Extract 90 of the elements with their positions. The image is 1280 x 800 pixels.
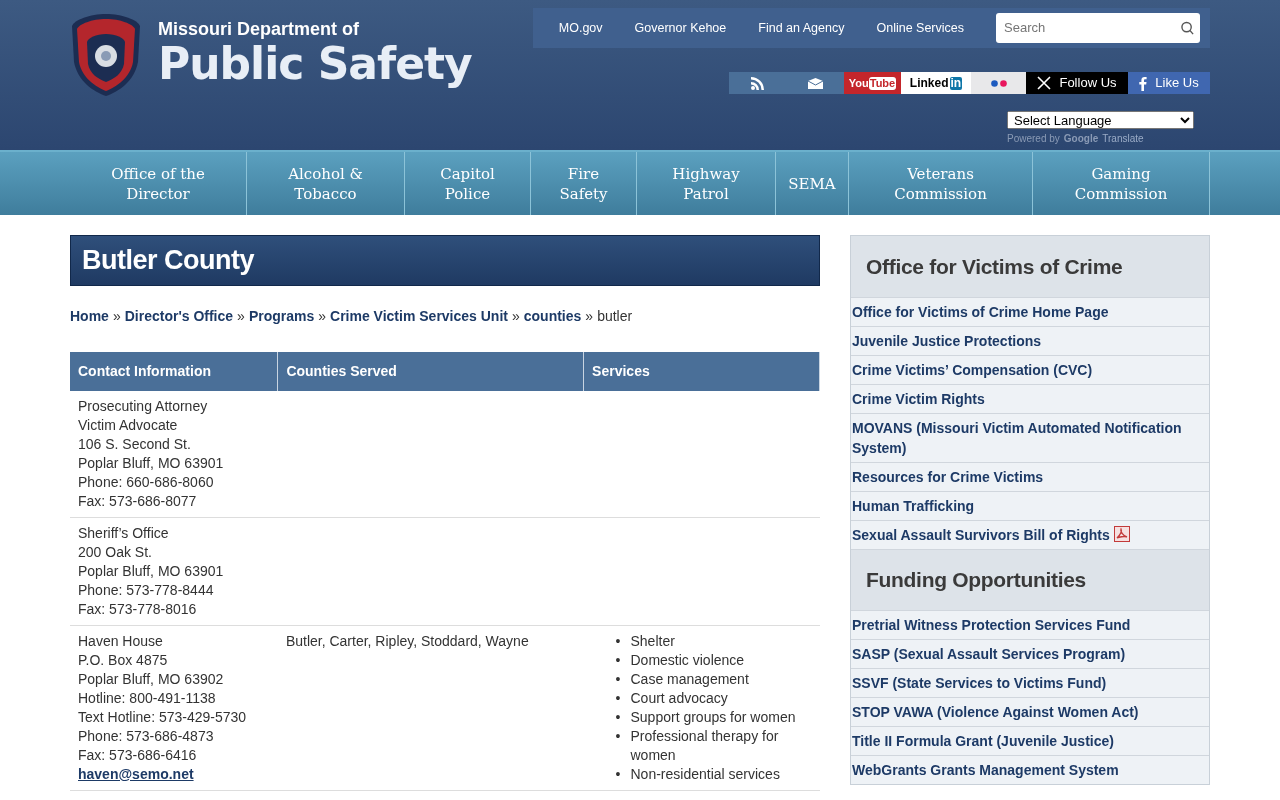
service-item: Non-residential services bbox=[630, 765, 780, 784]
breadcrumb-link[interactable]: Programs bbox=[248, 306, 315, 327]
breadcrumb-separator: » bbox=[237, 307, 245, 326]
service-item: Shelter bbox=[630, 632, 675, 651]
breadcrumb-separator: » bbox=[318, 307, 327, 326]
breadcrumb-link[interactable]: counties bbox=[523, 306, 582, 327]
column-header: Services bbox=[583, 352, 820, 391]
breadcrumb-link[interactable]: Director's Office bbox=[124, 306, 234, 327]
dots-icon bbox=[990, 79, 1007, 87]
sidebar-link[interactable]: WebGrants Grants Management System bbox=[851, 755, 1209, 784]
email-link[interactable]: haven@semo.net bbox=[78, 765, 270, 784]
sidebar-link[interactable]: Resources for Crime Victims bbox=[851, 462, 1209, 491]
rss-icon bbox=[751, 76, 764, 90]
bullet-mark: • bbox=[615, 689, 621, 708]
breadcrumb-separator: » bbox=[112, 307, 121, 326]
search-field[interactable]: Search bbox=[996, 13, 1200, 43]
social-link[interactable]: Like Us bbox=[1128, 72, 1210, 94]
column-header: Contact Information bbox=[70, 352, 278, 391]
sidebar-link[interactable]: Sexual Assault Survivors Bill of Rights bbox=[851, 520, 1209, 549]
nav-link[interactable]: Office of the Director bbox=[70, 152, 247, 215]
bullet-mark: • bbox=[615, 727, 621, 746]
social-link[interactable]: Linked in bbox=[901, 72, 971, 94]
breadcrumb-separator: » bbox=[511, 307, 520, 326]
section-heading: Office for Victims of Crime bbox=[851, 236, 1209, 297]
sidebar-link[interactable]: Title II Formula Grant (Juvenile Justice) bbox=[851, 726, 1209, 755]
x-logo-icon bbox=[1037, 76, 1052, 90]
social-link[interactable] bbox=[786, 72, 844, 94]
search-icon[interactable] bbox=[1180, 20, 1194, 36]
nav-link[interactable]: SEMA bbox=[776, 152, 849, 215]
top-link[interactable]: MO.gov bbox=[542, 18, 619, 38]
service-item: Domestic violence bbox=[630, 651, 745, 670]
bullet-mark: • bbox=[615, 632, 621, 651]
facebook-icon bbox=[1139, 75, 1148, 91]
bullet-mark: • bbox=[615, 651, 621, 670]
nav-link[interactable]: Alcohol & Tobacco bbox=[247, 152, 405, 215]
breadcrumb-link[interactable]: Crime Victim Services Unit bbox=[330, 306, 508, 327]
social-link[interactable]: YouTube bbox=[844, 72, 901, 94]
bullet-mark: • bbox=[615, 670, 621, 689]
breadcrumb-separator: » bbox=[585, 307, 594, 326]
section-heading: Funding Opportunities bbox=[851, 549, 1209, 610]
pdf-icon bbox=[1113, 526, 1130, 542]
translate-link[interactable]: Translate bbox=[1102, 131, 1144, 146]
top-link[interactable]: Find an Agency bbox=[742, 18, 861, 38]
site-title: Public Safety bbox=[158, 42, 472, 86]
contact-text: Sheriff’s Office 200 Oak St. Poplar Bluff, MO 63901 Phone: 573-778-8444 Fax: 573-778-8016 bbox=[78, 524, 225, 619]
sidebar-link[interactable]: Office for Victims of Crime Home Page bbox=[851, 297, 1209, 326]
service-item: Professional therapy for women bbox=[630, 727, 780, 765]
nav-link[interactable]: Highway Patrol bbox=[637, 152, 776, 215]
language-select[interactable]: Select Language bbox=[1007, 111, 1194, 129]
site-subtitle: Missouri Department of bbox=[158, 20, 361, 38]
social-link[interactable]: Follow Us bbox=[1026, 72, 1128, 94]
google-wordmark: Google bbox=[1063, 132, 1099, 146]
nav-link[interactable]: Gaming Commission bbox=[1033, 152, 1210, 215]
social-label: Follow Us bbox=[1059, 74, 1117, 93]
linkedin-badge: in bbox=[949, 76, 963, 90]
sidebar-link[interactable]: Juvenile Justice Protections bbox=[851, 326, 1209, 355]
service-item: Court advocacy bbox=[630, 689, 728, 708]
envelope-icon bbox=[807, 77, 823, 89]
youtube-wordmark: You bbox=[848, 75, 869, 91]
service-item: Support groups for women bbox=[630, 708, 796, 727]
linkedin-wordmark: Linked bbox=[909, 75, 949, 92]
nav-link[interactable]: Fire Safety bbox=[531, 152, 637, 215]
sidebar-link[interactable]: MOVANS (Missouri Victim Automated Notification System) bbox=[851, 413, 1209, 462]
sidebar-link[interactable]: Human Trafficking bbox=[851, 491, 1209, 520]
powered-by-text: Powered by bbox=[1007, 132, 1060, 146]
nav-link[interactable]: Capitol Police bbox=[405, 152, 531, 215]
youtube-badge: Tube bbox=[868, 76, 897, 90]
social-link[interactable] bbox=[729, 72, 786, 94]
sidebar-link[interactable]: SASP (Sexual Assault Services Program) bbox=[851, 639, 1209, 668]
sidebar-link[interactable]: Pretrial Witness Protection Services Fund bbox=[851, 610, 1209, 639]
sidebar-link[interactable]: STOP VAWA (Violence Against Women Act) bbox=[851, 697, 1209, 726]
bullet-mark: • bbox=[615, 765, 621, 784]
social-label: Like Us bbox=[1155, 74, 1199, 93]
top-link[interactable]: Governor Kehoe bbox=[618, 18, 743, 38]
breadcrumb-link[interactable]: Home bbox=[70, 306, 109, 327]
breadcrumb-current: butler bbox=[597, 307, 633, 326]
contact-text: Prosecuting Attorney Victim Advocate 106 S. Second St. Poplar Bluff, MO 63901 Phone: 660-686-8060 Fax: 573-686-8077 bbox=[78, 397, 225, 511]
nav-link[interactable]: Veterans Commission bbox=[849, 152, 1033, 215]
bullet-mark: • bbox=[615, 708, 621, 727]
column-header: Counties Served bbox=[277, 352, 584, 391]
seal-icon[interactable] bbox=[70, 12, 142, 98]
contact-text: Haven House P.O. Box 4875 Poplar Bluff, MO 63902 Hotline: 800-491-1138 Text Hotline: 573-429-5730 Phone: 573-686-4873 Fax: 573-686-6416 bbox=[78, 632, 248, 765]
service-item: Case management bbox=[630, 670, 749, 689]
top-link[interactable]: Online Services bbox=[860, 18, 980, 38]
page-title: Butler County bbox=[70, 235, 820, 286]
social-link[interactable] bbox=[971, 72, 1026, 94]
sidebar-link[interactable]: Crime Victims’ Compensation (CVC) bbox=[851, 355, 1209, 384]
counties-text: Butler, Carter, Ripley, Stoddard, Wayne bbox=[285, 633, 529, 649]
sidebar-link[interactable]: Crime Victim Rights bbox=[851, 384, 1209, 413]
sidebar-link[interactable]: SSVF (State Services to Victims Fund) bbox=[851, 668, 1209, 697]
